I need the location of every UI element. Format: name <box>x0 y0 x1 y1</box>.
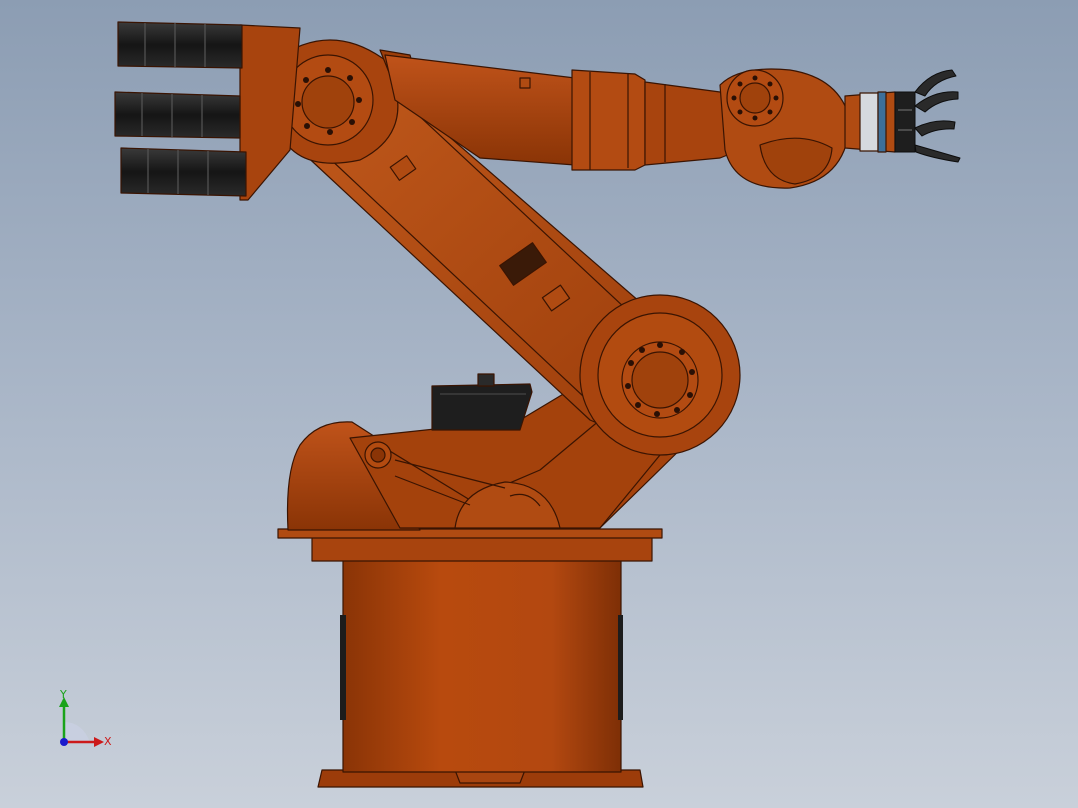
robot-wrist[interactable] <box>720 69 850 188</box>
gripper[interactable] <box>895 70 960 162</box>
z-axis-dot-icon <box>60 738 68 746</box>
coordinate-triad: Y X <box>59 688 112 748</box>
turret-motor[interactable] <box>432 374 532 430</box>
x-axis-label: X <box>104 735 112 748</box>
rear-housing[interactable] <box>240 25 300 200</box>
triad-arc-icon <box>64 722 90 742</box>
3d-viewport[interactable]: Y X <box>0 0 1078 808</box>
axis-motor-3[interactable] <box>121 148 246 196</box>
x-axis-arrow-icon <box>94 737 104 747</box>
robot-arm-model[interactable] <box>115 22 960 787</box>
elbow-joint[interactable] <box>580 295 740 455</box>
tool-flange[interactable] <box>845 92 895 152</box>
axis-motor-2[interactable] <box>115 92 240 138</box>
y-axis-label: Y <box>59 688 67 701</box>
robot-pedestal[interactable] <box>278 529 662 787</box>
axis-motor-1[interactable] <box>118 22 242 68</box>
